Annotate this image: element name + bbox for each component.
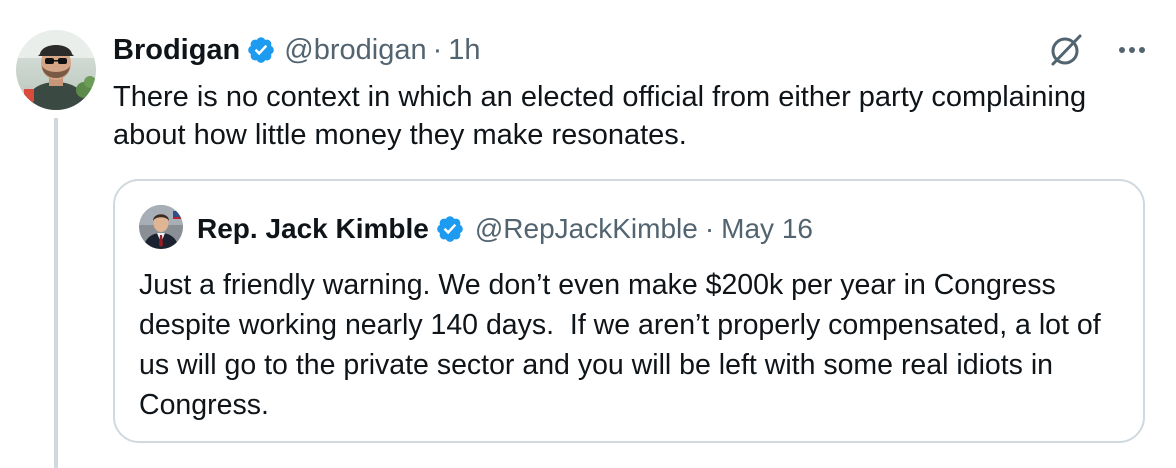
quoted-tweet-timestamp[interactable]: May 16 <box>721 213 813 245</box>
verified-badge-icon[interactable] <box>435 214 465 244</box>
tweet-header: Brodigan @brodigan · 1h <box>113 28 481 72</box>
author-handle[interactable]: @brodigan <box>284 34 426 67</box>
more-options-icon[interactable] <box>1114 32 1150 68</box>
avatar-photo-image <box>16 30 96 110</box>
grok-icon[interactable] <box>1046 30 1086 70</box>
thread-connector-line <box>54 118 58 468</box>
author-name[interactable]: Brodigan <box>113 34 240 67</box>
tweet-text: There is no context in which an elected … <box>113 81 1087 151</box>
quoted-tweet-text: Just a friendly warning. We don’t even m… <box>139 269 1109 421</box>
quoted-tweet[interactable]: Rep. Jack Kimble @RepJackKimble · May 16… <box>113 179 1145 443</box>
tweet-timestamp[interactable]: 1h <box>448 34 480 67</box>
quoted-author-avatar[interactable] <box>139 205 183 249</box>
tweet[interactable]: Brodigan @brodigan · 1h There is no cont <box>0 0 1176 468</box>
separator-dot: · <box>704 213 715 244</box>
quoted-tweet-header: Rep. Jack Kimble @RepJackKimble · May 16 <box>197 209 813 249</box>
quoted-author-handle[interactable]: @RepJackKimble <box>475 213 698 245</box>
quoted-author-name[interactable]: Rep. Jack Kimble <box>197 213 429 245</box>
tweet-actions <box>1046 30 1150 70</box>
quoted-avatar-photo-image <box>139 205 183 249</box>
author-avatar[interactable] <box>16 30 96 110</box>
separator-dot: · <box>432 33 443 66</box>
verified-badge-icon[interactable] <box>246 35 276 65</box>
